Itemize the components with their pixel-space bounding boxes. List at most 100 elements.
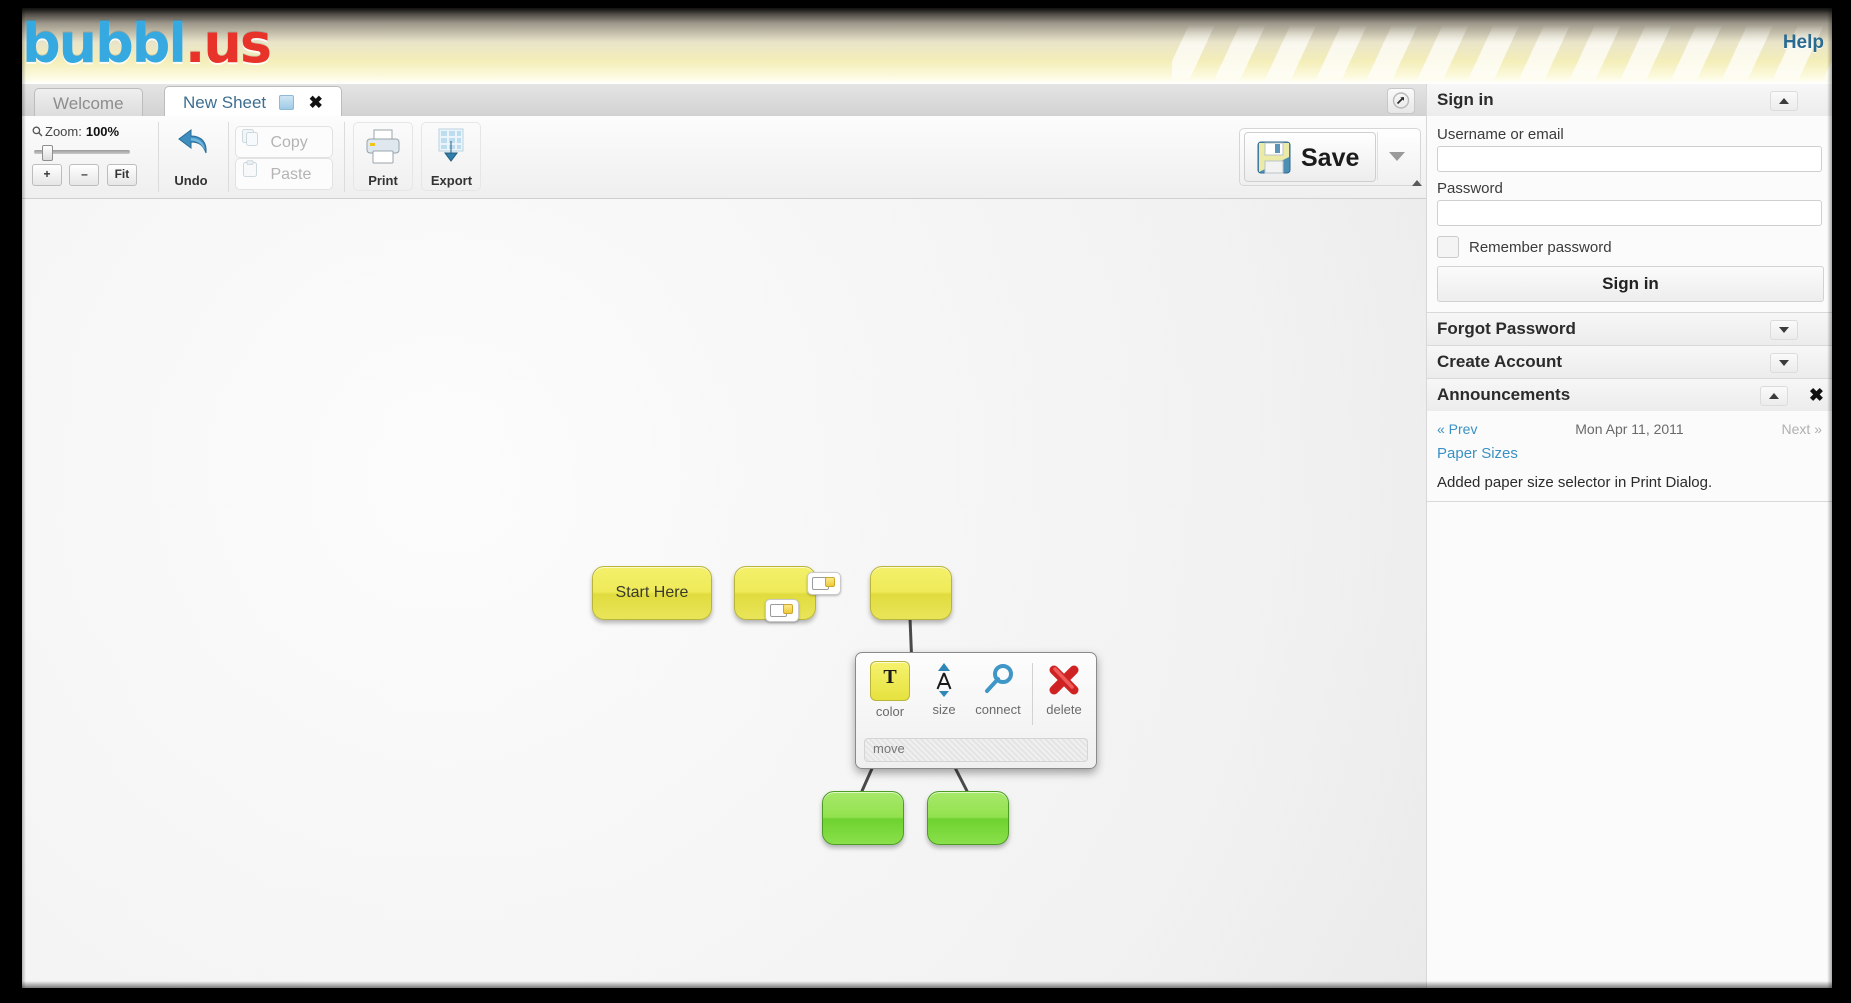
caret-glyph — [1779, 327, 1789, 333]
signin-panel-body: Username or email Password Remember pass… — [1427, 116, 1832, 312]
bubble-label: Start Here — [615, 584, 689, 601]
close-icon[interactable]: ✖ — [1809, 379, 1824, 411]
password-input[interactable] — [1437, 200, 1822, 226]
remember-password-row: Remember password — [1437, 236, 1822, 258]
undo-button[interactable]: Undo — [161, 122, 221, 191]
save-label: Save — [1301, 144, 1360, 172]
zoom-buttons: + – Fit — [32, 164, 140, 186]
caret-glyph — [1779, 360, 1789, 366]
add-child-hint[interactable] — [765, 599, 799, 625]
logo-text-blue: bubbl — [22, 12, 187, 75]
color-swatch-glyph: T — [883, 666, 897, 688]
bubble-tool-row: T color size connect delete — [856, 653, 1096, 735]
bubble-color-tool[interactable]: T color — [864, 659, 916, 719]
close-icon[interactable]: ✖ — [309, 88, 323, 117]
caret-down-icon[interactable] — [1770, 353, 1798, 373]
mindmap-canvas[interactable]: Start Here T color size connect delete m… — [22, 199, 1427, 988]
sheet-status-icon — [278, 95, 294, 111]
export-button[interactable]: Export — [421, 122, 482, 191]
clipboard-group: Copy Paste — [228, 122, 333, 192]
forgot-password-header[interactable]: Forgot Password — [1427, 313, 1832, 345]
forgot-password-title: Forgot Password — [1437, 319, 1576, 338]
zoom-out-button[interactable]: – — [69, 164, 100, 186]
copy-button[interactable]: Copy — [235, 126, 333, 158]
editor-area: Welcome New Sheet ✖ Zoom: 100% + – Fit U… — [22, 84, 1427, 988]
bubble-size-tool[interactable]: size — [918, 659, 970, 717]
output-group: Print Export — [344, 122, 493, 192]
zoom-slider-handle[interactable] — [42, 145, 53, 161]
zoom-in-button[interactable]: + — [32, 164, 62, 186]
signin-panel-title: Sign in — [1437, 90, 1494, 109]
tab-welcome-label: Welcome — [53, 94, 124, 114]
bubble-move-handle[interactable]: move — [864, 738, 1088, 762]
popup-divider — [1032, 663, 1033, 725]
bubble-green-child-2[interactable] — [927, 791, 1009, 845]
caret-up-icon — [1412, 180, 1422, 186]
connect-link-icon — [979, 661, 1017, 699]
expand-arrow-icon[interactable] — [1387, 88, 1415, 114]
create-account-header[interactable]: Create Account — [1427, 346, 1832, 378]
bubble-connector-lines — [860, 616, 969, 793]
right-sidebar: Sign in Username or email Password Remem… — [1426, 84, 1832, 988]
bubble-delete-label: delete — [1046, 702, 1082, 717]
tab-new-sheet-label: New Sheet — [183, 93, 267, 113]
undo-group: Undo — [158, 122, 221, 192]
remember-password-checkbox[interactable] — [1437, 236, 1459, 258]
print-label: Print — [368, 173, 398, 188]
paste-button[interactable]: Paste — [235, 158, 333, 190]
hint-bubble-icon — [765, 599, 799, 622]
caret-down-icon — [1389, 152, 1405, 161]
username-input[interactable] — [1437, 146, 1822, 172]
main-toolbar: Zoom: 100% + – Fit Undo Copy Paste Print… — [22, 116, 1427, 199]
zoom-fit-button[interactable]: Fit — [106, 164, 137, 186]
tab-welcome[interactable]: Welcome — [34, 88, 143, 117]
bubble-color-label: color — [875, 704, 905, 719]
caret-down-icon[interactable] — [1770, 320, 1798, 340]
copy-label: Copy — [270, 133, 308, 151]
save-button[interactable]: Save — [1244, 132, 1376, 182]
bubble-empty-2[interactable] — [870, 566, 952, 620]
announcement-title-link[interactable]: Paper Sizes — [1437, 445, 1822, 462]
announcement-next-link[interactable]: Next » — [1782, 421, 1822, 437]
zoom-label-row: Zoom: 100% — [32, 124, 140, 139]
text-color-swatch-icon: T — [870, 661, 910, 701]
zoom-control: Zoom: 100% + – Fit — [30, 121, 140, 193]
caret-glyph — [1769, 393, 1779, 399]
announcements-title: Announcements — [1437, 385, 1571, 404]
signin-button[interactable]: Sign in — [1437, 266, 1824, 302]
logo-text-red: .us — [184, 12, 272, 75]
announcements-body: « Prev Mon Apr 11, 2011 Next » Paper Siz… — [1427, 411, 1832, 501]
remember-password-label: Remember password — [1469, 238, 1612, 256]
zoom-slider[interactable] — [34, 145, 130, 161]
copy-icon — [240, 127, 260, 158]
forgot-password-panel: Forgot Password — [1427, 313, 1832, 346]
zoom-value: 100% — [85, 124, 120, 139]
announcement-prev-link[interactable]: « Prev — [1437, 421, 1477, 437]
save-floppy-icon — [1257, 141, 1291, 174]
add-sibling-hint[interactable] — [807, 572, 841, 598]
bubble-green-child-1[interactable] — [822, 791, 904, 845]
caret-up-icon[interactable] — [1760, 386, 1788, 406]
app-screen: bubbl.us Help Welcome New Sheet ✖ Zoom: … — [0, 0, 1851, 1003]
magnifier-icon — [32, 125, 43, 137]
caret-up-icon[interactable] — [1770, 91, 1798, 111]
bubble-connect-tool[interactable]: connect — [972, 659, 1024, 717]
bubble-size-label: size — [932, 702, 956, 717]
help-link[interactable]: Help — [1783, 32, 1824, 54]
save-dropdown-button[interactable] — [1377, 132, 1416, 180]
announcement-date: Mon Apr 11, 2011 — [1575, 421, 1684, 437]
announcements-header[interactable]: Announcements ✖ — [1427, 379, 1832, 411]
hint-yellow-dot — [783, 604, 793, 614]
hint-bubble-icon — [807, 572, 841, 595]
toolbar-scroll-up-arrow[interactable] — [1411, 176, 1423, 190]
print-button[interactable]: Print — [353, 122, 413, 191]
bubble-delete-tool[interactable]: delete — [1038, 659, 1090, 717]
tab-new-sheet[interactable]: New Sheet ✖ — [164, 86, 342, 117]
app-window: bubbl.us Help Welcome New Sheet ✖ Zoom: … — [22, 8, 1832, 988]
signin-panel-header[interactable]: Sign in — [1427, 84, 1832, 116]
zoom-label: Zoom: — [45, 124, 82, 139]
bubble-start-here[interactable]: Start Here — [592, 566, 712, 620]
font-size-icon — [925, 661, 963, 699]
paste-icon — [240, 159, 260, 190]
announcement-navigation: « Prev Mon Apr 11, 2011 Next » — [1437, 421, 1822, 437]
